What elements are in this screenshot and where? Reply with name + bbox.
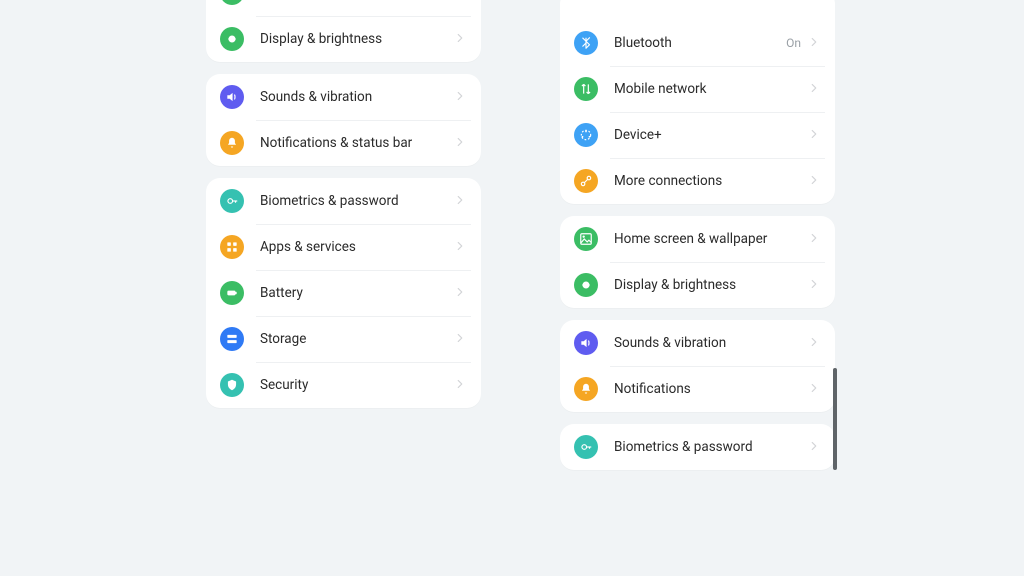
settings-row-label: Sounds & vibration <box>260 89 449 105</box>
storage-icon <box>220 327 244 351</box>
settings-panel-left: Home screen & wallpaper Display & brightn… <box>206 0 481 408</box>
sounds-icon <box>220 85 244 109</box>
settings-card: BluetoothOn Mobile network Device+ More con… <box>560 0 835 204</box>
settings-card: Sounds & vibration Notifications & status… <box>206 74 481 166</box>
settings-row-label: Notifications <box>614 381 803 397</box>
settings-row-sounds-vibration[interactable]: Sounds & vibration <box>560 320 835 366</box>
settings-row-device[interactable]: Device+ <box>560 112 835 158</box>
settings-row-notifications[interactable]: Notifications <box>560 366 835 412</box>
display-brightness-icon <box>574 273 598 297</box>
settings-row-more-connections[interactable]: More connections <box>560 158 835 204</box>
chevron-right-icon <box>449 376 467 395</box>
notifications-icon <box>574 377 598 401</box>
settings-row-value: On <box>786 36 801 50</box>
settings-row-storage[interactable]: Storage <box>206 316 481 362</box>
chevron-right-icon <box>449 284 467 303</box>
apps-icon <box>220 235 244 259</box>
chevron-right-icon <box>803 334 821 353</box>
settings-card: Biometrics & password <box>560 424 835 470</box>
security-icon <box>220 373 244 397</box>
settings-row-bluetooth[interactable]: BluetoothOn <box>560 20 835 66</box>
settings-row-apps-services[interactable]: Apps & services <box>206 224 481 270</box>
bluetooth-icon <box>574 31 598 55</box>
chevron-right-icon <box>449 238 467 257</box>
settings-row-home-screen-wallpaper[interactable]: Home screen & wallpaper <box>560 216 835 262</box>
biometrics-icon <box>574 435 598 459</box>
chevron-right-icon <box>449 134 467 153</box>
mobile-network-icon <box>574 77 598 101</box>
settings-row-label: Security <box>260 377 449 393</box>
settings-row-label: Biometrics & password <box>260 193 449 209</box>
chevron-right-icon <box>449 192 467 211</box>
settings-row-battery[interactable]: Battery <box>206 270 481 316</box>
settings-row-display-brightness[interactable]: Display & brightness <box>560 262 835 308</box>
more-connections-icon <box>574 169 598 193</box>
sounds-icon <box>574 331 598 355</box>
settings-row-label: Home screen & wallpaper <box>260 0 449 1</box>
settings-card: Home screen & wallpaper Display & brightn… <box>206 0 481 62</box>
settings-row-label: Biometrics & password <box>614 439 803 455</box>
chevron-right-icon <box>803 230 821 249</box>
settings-row-label: Battery <box>260 285 449 301</box>
settings-row-mobile-network[interactable]: Mobile network <box>560 66 835 112</box>
settings-card: Biometrics & password Apps & services Batt… <box>206 178 481 408</box>
settings-row-security[interactable]: Security <box>206 362 481 408</box>
settings-row-sounds-vibration[interactable]: Sounds & vibration <box>206 74 481 120</box>
settings-panel-right: BluetoothOn Mobile network Device+ More con… <box>560 0 835 470</box>
settings-row-label: Sounds & vibration <box>614 335 803 351</box>
biometrics-icon <box>220 189 244 213</box>
settings-row-display-brightness[interactable]: Display & brightness <box>206 16 481 62</box>
settings-row-label: Apps & services <box>260 239 449 255</box>
device-plus-icon <box>574 123 598 147</box>
settings-row-label: Home screen & wallpaper <box>614 231 803 247</box>
settings-row-label: Device+ <box>614 127 803 143</box>
chevron-right-icon <box>803 80 821 99</box>
chevron-right-icon <box>803 172 821 191</box>
notifications-icon <box>220 131 244 155</box>
settings-row-label: More connections <box>614 173 803 189</box>
home-wallpaper-icon <box>220 0 244 5</box>
chevron-right-icon <box>449 30 467 49</box>
settings-row-home-screen-wallpaper[interactable]: Home screen & wallpaper <box>206 0 481 16</box>
home-wallpaper-icon <box>574 227 598 251</box>
chevron-right-icon <box>449 0 467 3</box>
settings-row-biometrics-password[interactable]: Biometrics & password <box>560 424 835 470</box>
chevron-right-icon <box>803 276 821 295</box>
display-brightness-icon <box>220 27 244 51</box>
settings-card: Sounds & vibration Notifications <box>560 320 835 412</box>
settings-row-biometrics-password[interactable]: Biometrics & password <box>206 178 481 224</box>
scroll-indicator[interactable] <box>833 368 837 470</box>
settings-row-label: Notifications & status bar <box>260 135 449 151</box>
settings-row-label: Display & brightness <box>614 277 803 293</box>
settings-card: Home screen & wallpaper Display & brightn… <box>560 216 835 308</box>
settings-row-label: Mobile network <box>614 81 803 97</box>
chevron-right-icon <box>449 88 467 107</box>
chevron-right-icon <box>803 34 821 53</box>
chevron-right-icon <box>449 330 467 349</box>
chevron-right-icon <box>803 438 821 457</box>
settings-row-label: Display & brightness <box>260 31 449 47</box>
settings-row-label: Bluetooth <box>614 35 786 51</box>
settings-row-label: Storage <box>260 331 449 347</box>
battery-icon <box>220 281 244 305</box>
settings-row-notifications-status-bar[interactable]: Notifications & status bar <box>206 120 481 166</box>
chevron-right-icon <box>803 126 821 145</box>
chevron-right-icon <box>803 380 821 399</box>
